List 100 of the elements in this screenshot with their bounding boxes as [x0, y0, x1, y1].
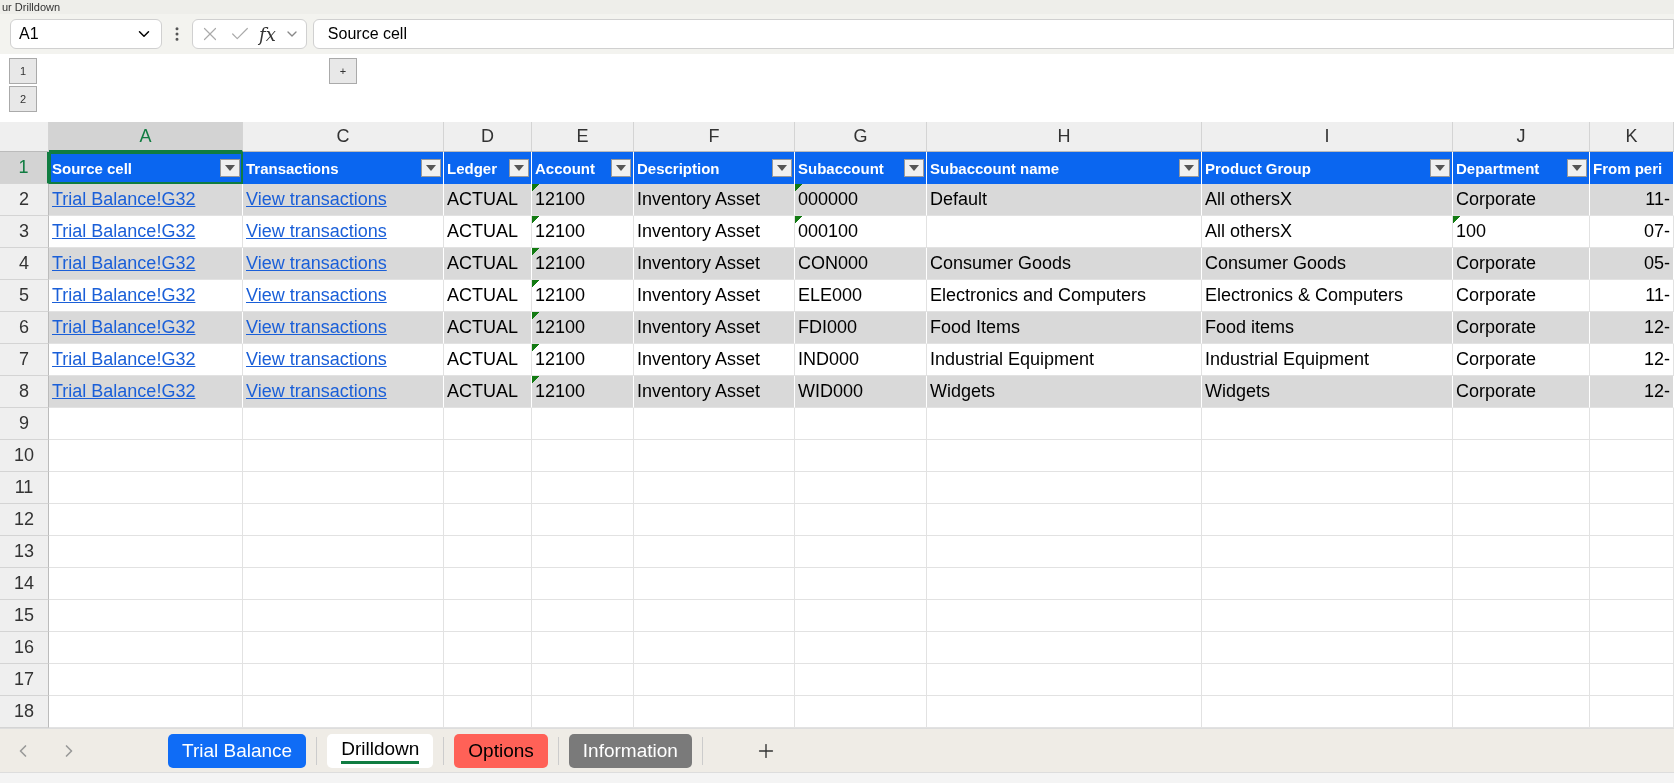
table-cell: 12100: [532, 312, 634, 344]
row-header[interactable]: 4: [0, 248, 49, 280]
formula-field[interactable]: Source cell: [312, 19, 1674, 49]
table-cell: Corporate: [1453, 376, 1590, 408]
table-cell: ACTUAL: [444, 344, 532, 376]
table-cell: Industrial Equipment: [927, 344, 1202, 376]
row-header[interactable]: 16: [0, 632, 49, 664]
table-cell: Inventory Asset: [634, 248, 795, 280]
column-header[interactable]: F: [634, 122, 795, 152]
table-cell: 11-: [1590, 184, 1674, 216]
expand-button[interactable]: +: [329, 58, 357, 84]
table-cell: 000100: [795, 216, 927, 248]
table-cell: Food Items: [927, 312, 1202, 344]
insert-function-button[interactable]: fx: [259, 23, 276, 45]
filter-dropdown-button[interactable]: [904, 159, 924, 177]
table-cell: Corporate: [1453, 344, 1590, 376]
hyperlink[interactable]: View transactions: [246, 221, 387, 242]
hyperlink[interactable]: View transactions: [246, 349, 387, 370]
filter-dropdown-button[interactable]: [509, 159, 529, 177]
triangle-down-icon: [225, 165, 235, 171]
column-header[interactable]: K: [1590, 122, 1674, 152]
header-label: Description: [637, 159, 720, 177]
table-cell: 05-: [1590, 248, 1674, 280]
outline-level-button[interactable]: 1: [9, 58, 37, 84]
row-header[interactable]: 13: [0, 536, 49, 568]
filter-dropdown-button[interactable]: [1179, 159, 1199, 177]
column-header[interactable]: C: [243, 122, 444, 152]
row-header[interactable]: 17: [0, 664, 49, 696]
hyperlink[interactable]: Trial Balance!G32: [52, 221, 196, 242]
table-cell: 12100: [532, 376, 634, 408]
table-cell: ACTUAL: [444, 184, 532, 216]
column-header[interactable]: G: [795, 122, 927, 152]
triangle-down-icon: [1435, 165, 1445, 171]
header-label: Ledger: [447, 159, 497, 177]
hyperlink[interactable]: Trial Balance!G32: [52, 189, 196, 210]
table-cell: Industrial Equipment: [1202, 344, 1453, 376]
sheet-tab[interactable]: Options: [454, 733, 548, 768]
row-header[interactable]: 15: [0, 600, 49, 632]
row-header[interactable]: 2: [0, 184, 49, 216]
column-header[interactable]: A: [49, 122, 243, 152]
row-header[interactable]: 6: [0, 312, 49, 344]
table-cell: FDI000: [795, 312, 927, 344]
hyperlink[interactable]: Trial Balance!G32: [52, 253, 196, 274]
table-cell: 11-: [1590, 280, 1674, 312]
table-cell: 12100: [532, 216, 634, 248]
row-header[interactable]: 7: [0, 344, 49, 376]
header-label: Account: [535, 159, 595, 177]
column-header[interactable]: J: [1453, 122, 1590, 152]
filter-dropdown-button[interactable]: [1567, 159, 1587, 177]
sheet-tab[interactable]: Trial Balance: [168, 733, 307, 768]
header-label: Transactions: [246, 159, 339, 177]
table-cell: WID000: [795, 376, 927, 408]
filter-dropdown-button[interactable]: [220, 159, 240, 177]
table-cell: Inventory Asset: [634, 280, 795, 312]
row-header[interactable]: 8: [0, 376, 49, 408]
hyperlink[interactable]: View transactions: [246, 189, 387, 210]
hyperlink[interactable]: View transactions: [246, 253, 387, 274]
hyperlink[interactable]: View transactions: [246, 381, 387, 402]
header-label: Source cell: [52, 159, 133, 177]
outline-level-button[interactable]: 2: [9, 86, 37, 112]
row-header[interactable]: 12: [0, 504, 49, 536]
column-header[interactable]: I: [1202, 122, 1453, 152]
table-cell: 12100: [532, 248, 634, 280]
hyperlink[interactable]: Trial Balance!G32: [52, 381, 196, 402]
row-header[interactable]: 11: [0, 472, 49, 504]
hyperlink[interactable]: View transactions: [246, 317, 387, 338]
column-header[interactable]: E: [532, 122, 634, 152]
row-header[interactable]: 1: [0, 152, 49, 184]
table-cell: Corporate: [1453, 280, 1590, 312]
row-header[interactable]: 5: [0, 280, 49, 312]
table-cell: Consumer Goods: [1202, 248, 1453, 280]
table-cell: ACTUAL: [444, 312, 532, 344]
row-header[interactable]: 14: [0, 568, 49, 600]
triangle-down-icon: [514, 165, 524, 171]
table-cell: Default: [927, 184, 1202, 216]
table-cell: Widgets: [1202, 376, 1453, 408]
filter-dropdown-button[interactable]: [1430, 159, 1450, 177]
hyperlink[interactable]: Trial Balance!G32: [52, 349, 196, 370]
hyperlink[interactable]: Trial Balance!G32: [52, 317, 196, 338]
table-cell: ACTUAL: [444, 216, 532, 248]
filter-dropdown-button[interactable]: [421, 159, 441, 177]
row-header[interactable]: 10: [0, 440, 49, 472]
row-header[interactable]: 18: [0, 696, 49, 728]
table-cell: ACTUAL: [444, 248, 532, 280]
table-cell: Corporate: [1453, 184, 1590, 216]
sheet-tab[interactable]: Drilldown: [327, 733, 434, 768]
hyperlink[interactable]: View transactions: [246, 285, 387, 306]
table-cell: 12-: [1590, 376, 1674, 408]
filter-dropdown-button[interactable]: [772, 159, 792, 177]
column-header[interactable]: D: [444, 122, 532, 152]
hyperlink[interactable]: Trial Balance!G32: [52, 285, 196, 306]
row-header[interactable]: 3: [0, 216, 49, 248]
sheet-tab[interactable]: Information: [568, 733, 692, 768]
filter-dropdown-button[interactable]: [611, 159, 631, 177]
name-box[interactable]: A1: [10, 19, 162, 49]
header-label: Department: [1456, 159, 1540, 177]
table-cell: ELE000: [795, 280, 927, 312]
row-header[interactable]: 9: [0, 408, 49, 440]
table-cell: 12100: [532, 344, 634, 376]
column-header[interactable]: H: [927, 122, 1202, 152]
